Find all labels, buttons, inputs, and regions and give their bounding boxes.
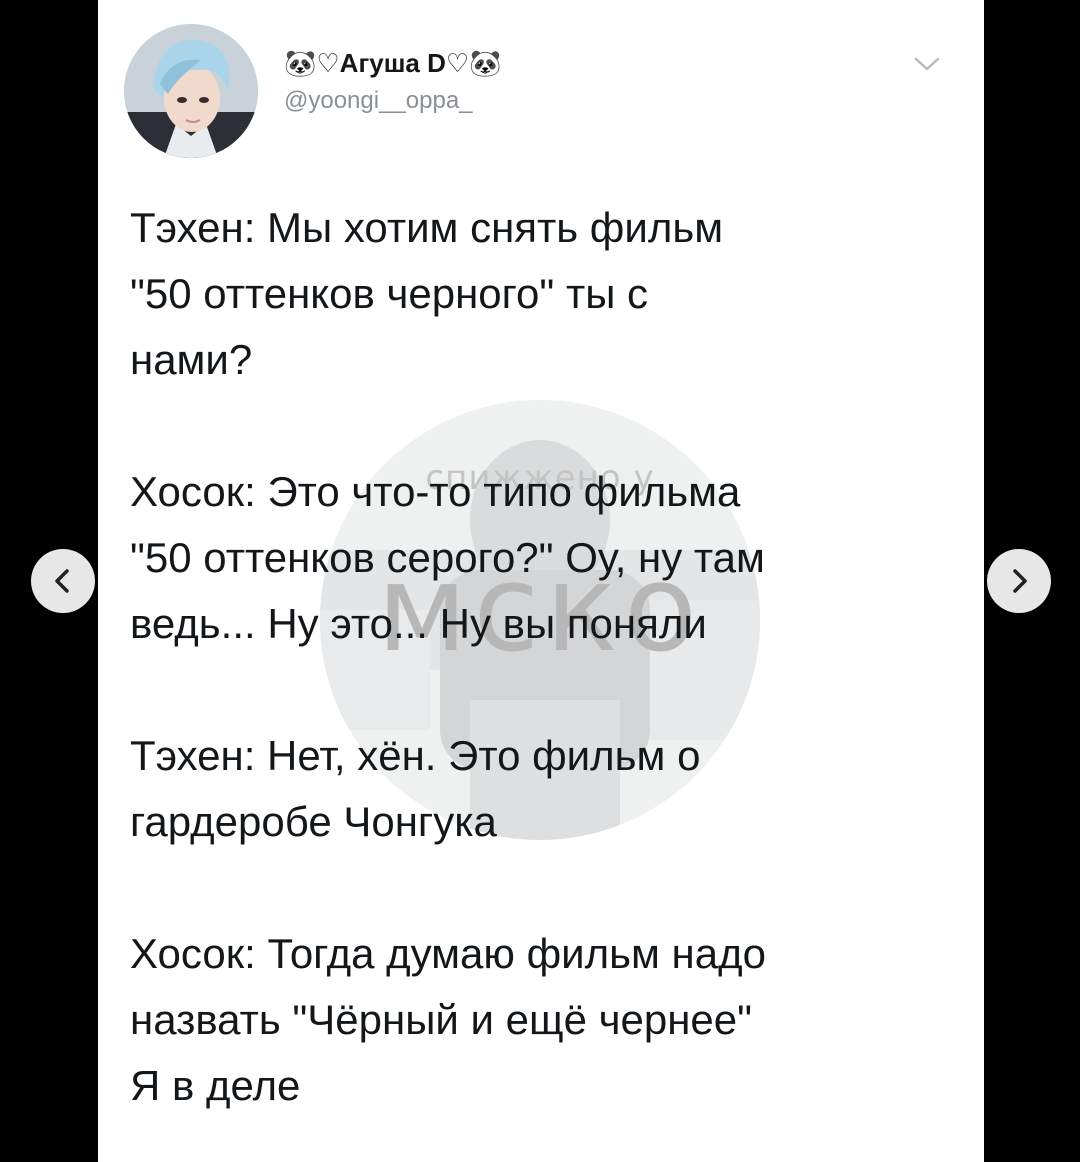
- text-line: Хосок: Это что-то типо фильма: [130, 468, 741, 515]
- user-handle[interactable]: @yoongi__oppa_: [284, 84, 502, 118]
- screen: 🐼♡Агуша D♡🐼 @yoongi__oppa_ спижжено у мс: [0, 0, 1080, 1162]
- tweet-text: Тэхен: Мы хотим снять фильм "50 оттенков…: [130, 195, 960, 1119]
- display-name[interactable]: 🐼♡Агуша D♡🐼: [284, 46, 502, 80]
- text-line: назвать "Чёрный и ещё чернее": [130, 996, 753, 1043]
- tweet-header: 🐼♡Агуша D♡🐼 @yoongi__oppa_: [124, 24, 964, 164]
- text-line: ведь... Ну это... Ну вы поняли: [130, 600, 707, 647]
- text-line: гардеробе Чонгука: [130, 798, 497, 845]
- user-names: 🐼♡Агуша D♡🐼 @yoongi__oppa_: [284, 46, 502, 118]
- chevron-down-icon[interactable]: [912, 54, 942, 74]
- next-button[interactable]: [987, 549, 1051, 613]
- text-line: Тэхен: Мы хотим снять фильм: [130, 204, 724, 251]
- text-line: "50 оттенков серого?" Оу, ну там: [130, 534, 765, 581]
- chevron-left-icon: [55, 569, 69, 593]
- tweet-paragraph: Хосок: Это что-то типо фильма "50 оттенк…: [130, 459, 960, 657]
- text-line: Хосок: Тогда думаю фильм надо: [130, 930, 766, 977]
- tweet-card: 🐼♡Агуша D♡🐼 @yoongi__oppa_ спижжено у мс: [98, 0, 984, 1162]
- previous-button[interactable]: [31, 549, 95, 613]
- tweet-paragraph: Тэхен: Мы хотим снять фильм "50 оттенков…: [130, 195, 960, 393]
- avatar[interactable]: [124, 24, 258, 158]
- text-line: Тэхен: Нет, хён. Это фильм о: [130, 732, 701, 779]
- chevron-right-icon: [1013, 569, 1027, 593]
- text-line: "50 оттенков черного" ты с: [130, 270, 649, 317]
- text-line: Я в деле: [130, 1062, 301, 1109]
- tweet-paragraph: Хосок: Тогда думаю фильм надо назвать "Ч…: [130, 921, 960, 1119]
- text-line: нами?: [130, 336, 253, 383]
- tweet-paragraph: Тэхен: Нет, хён. Это фильм о гардеробе Ч…: [130, 723, 960, 855]
